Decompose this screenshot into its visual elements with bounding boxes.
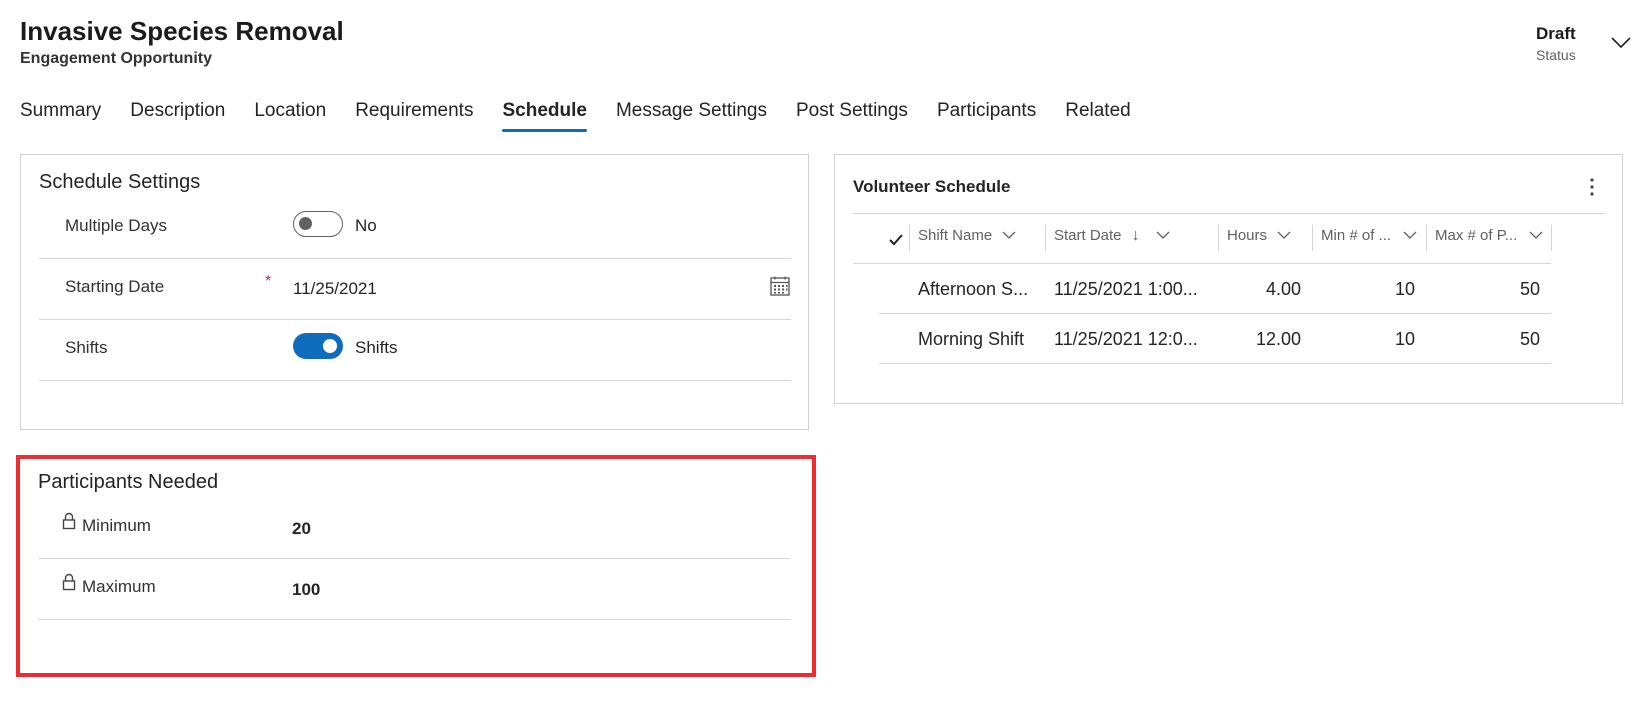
cell-max: 50 bbox=[1519, 279, 1540, 299]
chevron-down-icon bbox=[1529, 231, 1543, 239]
column-label: Shift Name bbox=[918, 227, 993, 244]
column-header-max-participants[interactable]: Max # of P... bbox=[1435, 227, 1543, 259]
tab-requirements[interactable]: Requirements bbox=[355, 100, 473, 130]
schedule-settings-section: Schedule Settings Multiple Days No Start… bbox=[20, 154, 809, 430]
column-label: Hours bbox=[1227, 227, 1268, 244]
chevron-down-icon[interactable] bbox=[1610, 36, 1632, 50]
more-options-icon[interactable] bbox=[1585, 177, 1599, 197]
tab-summary[interactable]: Summary bbox=[20, 100, 101, 130]
cell-start-date: 11/25/2021 12:0... bbox=[1054, 329, 1198, 349]
column-separator bbox=[1551, 225, 1552, 251]
section-title: Schedule Settings bbox=[39, 171, 201, 193]
required-marker: * bbox=[265, 273, 272, 290]
cell-hours: 12.00 bbox=[1255, 329, 1301, 349]
column-header-hours[interactable]: Hours bbox=[1227, 227, 1291, 259]
cell-start-date: 11/25/2021 1:00... bbox=[1054, 279, 1198, 299]
column-separator bbox=[1218, 225, 1219, 251]
tab-bar: Summary Description Location Requirement… bbox=[20, 100, 1160, 132]
chevron-down-icon bbox=[1156, 231, 1170, 239]
column-separator bbox=[1312, 225, 1313, 251]
tab-schedule[interactable]: Schedule bbox=[502, 100, 588, 132]
cell-shift-name[interactable]: Morning Shift bbox=[918, 329, 1024, 350]
starting-date-field: Starting Date * 11/25/2021 bbox=[39, 259, 791, 320]
divider bbox=[879, 363, 1551, 364]
column-label: Start Date bbox=[1054, 227, 1122, 244]
tab-related[interactable]: Related bbox=[1065, 100, 1131, 130]
divider bbox=[879, 313, 1551, 314]
column-label: Min # of ... bbox=[1321, 227, 1392, 244]
multiple-days-field: Multiple Days No bbox=[39, 198, 791, 259]
cell-min: 10 bbox=[1394, 279, 1415, 299]
column-header-min-participants[interactable]: Min # of ... bbox=[1321, 227, 1417, 259]
select-all-checkmark-icon[interactable] bbox=[888, 233, 904, 247]
column-separator bbox=[1426, 225, 1427, 251]
column-header-shift-name[interactable]: Shift Name bbox=[918, 227, 1016, 259]
divider bbox=[853, 263, 1551, 264]
divider bbox=[853, 213, 1605, 214]
toggle-value: Shifts bbox=[355, 338, 398, 357]
cell-min: 10 bbox=[1394, 329, 1415, 349]
status-field: Draft Status bbox=[1536, 24, 1576, 63]
sort-descending-icon: ↓ bbox=[1131, 227, 1140, 244]
record-entity-type: Engagement Opportunity bbox=[20, 50, 212, 67]
cell-hours: 4.00 bbox=[1265, 279, 1301, 299]
tab-location[interactable]: Location bbox=[254, 100, 326, 130]
tab-post-settings[interactable]: Post Settings bbox=[796, 100, 908, 130]
chevron-down-icon bbox=[1277, 231, 1291, 239]
column-separator bbox=[909, 225, 910, 251]
status-value: Draft bbox=[1536, 24, 1576, 43]
shifts-field: Shifts Shifts bbox=[39, 320, 791, 381]
highlight-box bbox=[16, 455, 816, 677]
record-title: Invasive Species Removal bbox=[20, 16, 344, 46]
tab-description[interactable]: Description bbox=[130, 100, 225, 130]
cell-shift-name[interactable]: Afternoon S... bbox=[918, 279, 1028, 300]
starting-date-input[interactable]: 11/25/2021 bbox=[293, 279, 377, 299]
tab-participants[interactable]: Participants bbox=[937, 100, 1036, 130]
chevron-down-icon bbox=[1403, 231, 1417, 239]
subgrid-title: Volunteer Schedule bbox=[853, 177, 1011, 196]
status-label: Status bbox=[1536, 47, 1576, 63]
column-header-start-date[interactable]: Start Date ↓ bbox=[1054, 227, 1170, 259]
field-label: Multiple Days bbox=[65, 216, 168, 235]
tab-message-settings[interactable]: Message Settings bbox=[616, 100, 767, 130]
cell-max: 50 bbox=[1519, 329, 1540, 349]
chevron-down-icon bbox=[1002, 231, 1016, 239]
multiple-days-toggle[interactable] bbox=[293, 211, 343, 237]
column-separator bbox=[1045, 225, 1046, 251]
volunteer-schedule-subgrid: Volunteer Schedule Shift Name Start Date… bbox=[834, 154, 1623, 404]
calendar-icon[interactable] bbox=[769, 275, 791, 297]
column-label: Max # of P... bbox=[1435, 227, 1518, 244]
toggle-value: No bbox=[355, 216, 377, 235]
field-label: Shifts bbox=[65, 338, 108, 357]
field-label: Starting Date bbox=[65, 277, 165, 296]
shifts-toggle[interactable] bbox=[293, 333, 343, 359]
